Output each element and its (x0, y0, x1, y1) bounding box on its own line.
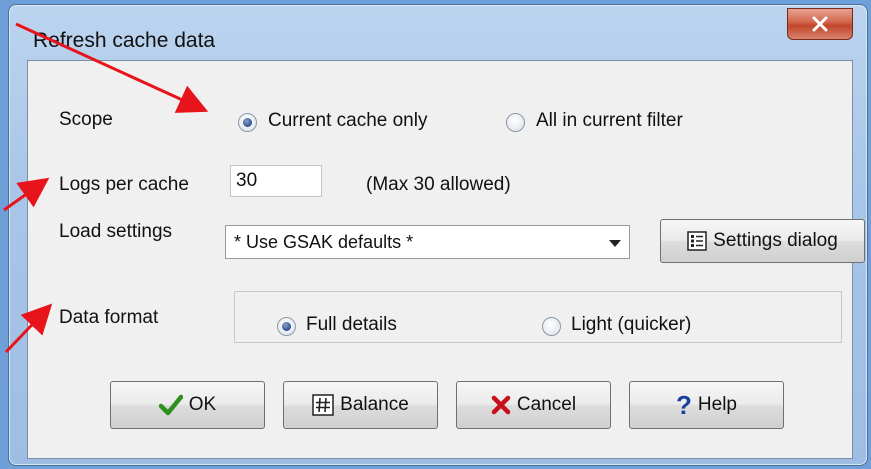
checkmark-icon (158, 394, 183, 416)
ok-label: OK (188, 394, 217, 415)
scope-current-label[interactable]: Current cache only (268, 110, 427, 132)
hash-icon (312, 394, 334, 416)
scope-filter-label[interactable]: All in current filter (536, 110, 683, 132)
balance-button[interactable]: Balance (283, 381, 438, 429)
settings-dialog-button[interactable]: Settings dialog (660, 219, 865, 263)
cross-icon (491, 395, 511, 415)
format-light-label[interactable]: Light (quicker) (571, 314, 691, 336)
scope-current-radio[interactable] (238, 113, 257, 132)
ok-button[interactable]: OK (110, 381, 265, 429)
logs-label: Logs per cache (59, 174, 189, 195)
help-label: Help (697, 394, 737, 415)
scope-label: Scope (59, 109, 113, 130)
dialog-window: Refresh cache data Scope Current cache o… (8, 4, 868, 466)
dialog-title: Refresh cache data (33, 29, 216, 52)
chevron-down-icon[interactable] (609, 240, 621, 247)
question-icon: ? (676, 389, 692, 420)
settings-dialog-label: Settings dialog (713, 230, 838, 251)
format-light-radio[interactable] (542, 317, 561, 336)
help-button[interactable]: ? Help (629, 381, 784, 429)
load-settings-value: * Use GSAK defaults * (234, 232, 414, 252)
format-full-radio[interactable] (277, 317, 296, 336)
close-icon (811, 16, 829, 32)
cancel-button[interactable]: Cancel (456, 381, 611, 429)
balance-label: Balance (340, 394, 409, 415)
cancel-label: Cancel (516, 394, 577, 415)
settings-icon (687, 231, 707, 251)
data-format-label: Data format (59, 307, 159, 328)
close-button[interactable] (787, 8, 853, 40)
scope-filter-radio[interactable] (506, 113, 525, 132)
load-settings-select[interactable]: * Use GSAK defaults * (225, 225, 630, 259)
logs-hint: (Max 30 allowed) (366, 174, 511, 195)
load-settings-label: Load settings (59, 221, 173, 242)
logs-input[interactable]: 30 (230, 165, 322, 197)
format-full-label[interactable]: Full details (306, 314, 397, 336)
dialog-body: Scope Current cache only All in current … (27, 60, 865, 459)
